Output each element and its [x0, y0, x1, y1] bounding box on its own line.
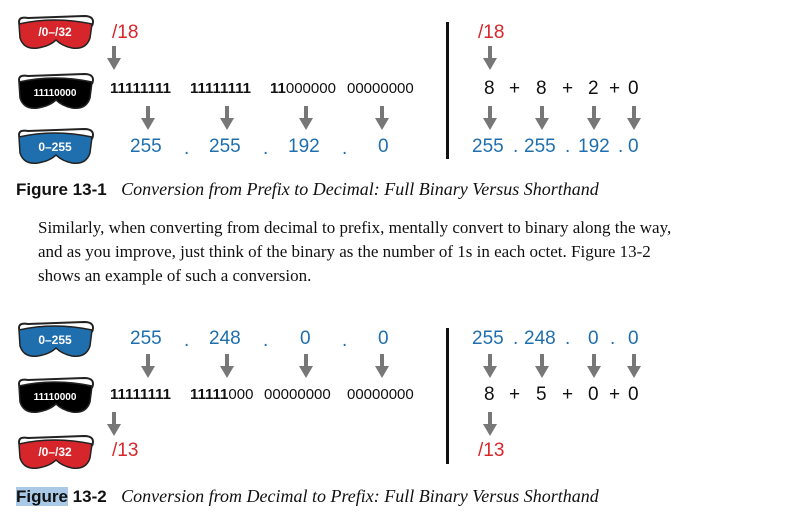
octet-bit-count: 8: [484, 78, 495, 99]
figure-title: Conversion from Prefix to Decimal: Full …: [121, 179, 599, 199]
svg-text:/0–/32: /0–/32: [38, 445, 72, 459]
arrow-down-icon: [535, 354, 549, 378]
prefix-goggles-icon: /0–/32: [14, 12, 96, 52]
prefix-value-left: /18: [112, 22, 139, 43]
arrow-down-icon: [483, 354, 497, 378]
plus-sign: +: [609, 78, 621, 99]
octet-separator: .: [610, 328, 616, 349]
arrow-down-icon: [483, 106, 497, 130]
arrow-down-icon: [141, 354, 155, 378]
svg-text:0–255: 0–255: [38, 140, 72, 154]
binary-octet-4: 00000000: [347, 80, 414, 97]
octet-separator: .: [342, 330, 348, 351]
arrow-down-icon: [299, 354, 313, 378]
paragraph-line: Similarly, when converting from decimal …: [38, 218, 672, 237]
arrow-down-icon: [483, 412, 497, 436]
decimal-goggles-icon: 0–255: [14, 125, 96, 169]
octet-separator: .: [342, 138, 348, 159]
svg-text:0–255: 0–255: [38, 333, 72, 347]
octet-separator: .: [618, 136, 624, 157]
arrow-down-icon: [587, 354, 601, 378]
octet-separator: .: [184, 138, 190, 159]
octet-bit-count: 0: [628, 384, 639, 405]
decimal-octet-2: 255: [524, 136, 556, 157]
binary-goggles-icon: 11110000: [14, 374, 96, 418]
decimal-octet-2: 248: [524, 328, 556, 349]
decimal-octet-4: 0: [378, 136, 389, 157]
plus-sign: +: [562, 384, 574, 405]
svg-text:11110000: 11110000: [34, 392, 77, 403]
binary-goggles-icon: 11110000: [14, 70, 96, 114]
prefix-goggles-icon: /0–/32: [14, 432, 96, 472]
arrow-down-icon: [483, 46, 497, 70]
figure-number: 13-2: [67, 487, 107, 506]
figure-label-highlighted: Figure: [16, 487, 68, 506]
arrow-down-icon: [299, 106, 313, 130]
figure-label: Figure 13-1: [16, 180, 107, 199]
figure-title: Conversion from Decimal to Prefix: Full …: [121, 486, 599, 506]
figure-divider: [446, 22, 449, 159]
arrow-down-icon: [587, 106, 601, 130]
decimal-octet-2: 248: [209, 328, 241, 349]
arrow-down-icon: [107, 412, 121, 436]
prefix-value-right: /13: [478, 440, 505, 461]
decimal-octet-4: 0: [378, 328, 389, 349]
plus-sign: +: [509, 78, 521, 99]
arrow-down-icon: [220, 354, 234, 378]
decimal-octet-2: 255: [209, 136, 241, 157]
octet-bit-count: 0: [628, 78, 639, 99]
decimal-octet-1: 255: [130, 328, 162, 349]
paragraph-line: and as you improve, just think of the bi…: [38, 242, 651, 261]
arrow-down-icon: [375, 106, 389, 130]
octet-separator: .: [565, 136, 571, 157]
plus-sign: +: [562, 78, 574, 99]
body-paragraph: Similarly, when converting from decimal …: [38, 216, 798, 288]
prefix-value-left: /13: [112, 440, 139, 461]
decimal-octet-4: 0: [628, 136, 639, 157]
arrow-down-icon: [375, 354, 389, 378]
svg-text:/0–/32: /0–/32: [38, 25, 72, 39]
octet-separator: .: [513, 328, 519, 349]
plus-sign: +: [509, 384, 521, 405]
arrow-down-icon: [627, 106, 641, 130]
binary-octet-1: 11111111: [110, 80, 171, 97]
binary-octet-3: 11000000: [270, 80, 336, 97]
figure-caption: Figure 13-1 Conversion from Prefix to De…: [16, 179, 599, 200]
binary-octet-3: 00000000: [264, 386, 331, 403]
decimal-octet-3: 0: [300, 328, 311, 349]
octet-separator: .: [263, 138, 269, 159]
binary-octet-4: 00000000: [347, 386, 414, 403]
arrow-down-icon: [220, 106, 234, 130]
decimal-octet-3: 192: [288, 136, 320, 157]
decimal-octet-1: 255: [130, 136, 162, 157]
decimal-octet-3: 0: [588, 328, 599, 349]
binary-octet-1: 11111111: [110, 386, 171, 403]
decimal-octet-1: 255: [472, 136, 504, 157]
binary-octet-2: 11111111: [190, 80, 251, 97]
octet-bit-count: 2: [588, 78, 599, 99]
octet-separator: .: [513, 136, 519, 157]
octet-separator: .: [184, 330, 190, 351]
prefix-value-right: /18: [478, 22, 505, 43]
octet-separator: .: [263, 330, 269, 351]
binary-octet-2: 11111000: [190, 386, 254, 403]
octet-separator: .: [565, 328, 571, 349]
octet-bit-count: 8: [484, 384, 495, 405]
plus-sign: +: [609, 384, 621, 405]
decimal-octet-4: 0: [628, 328, 639, 349]
arrow-down-icon: [627, 354, 641, 378]
arrow-down-icon: [535, 106, 549, 130]
arrow-down-icon: [107, 46, 121, 70]
figure-divider: [446, 328, 449, 464]
octet-bit-count: 0: [588, 384, 599, 405]
decimal-octet-1: 255: [472, 328, 504, 349]
octet-bit-count: 5: [536, 384, 547, 405]
decimal-goggles-icon: 0–255: [14, 318, 96, 362]
octet-bit-count: 8: [536, 78, 547, 99]
decimal-octet-3: 192: [578, 136, 610, 157]
figure-caption: Figure 13-2 Conversion from Decimal to P…: [16, 486, 599, 507]
svg-text:11110000: 11110000: [34, 88, 77, 99]
paragraph-line: shows an example of such a conversion.: [38, 266, 312, 285]
arrow-down-icon: [141, 106, 155, 130]
